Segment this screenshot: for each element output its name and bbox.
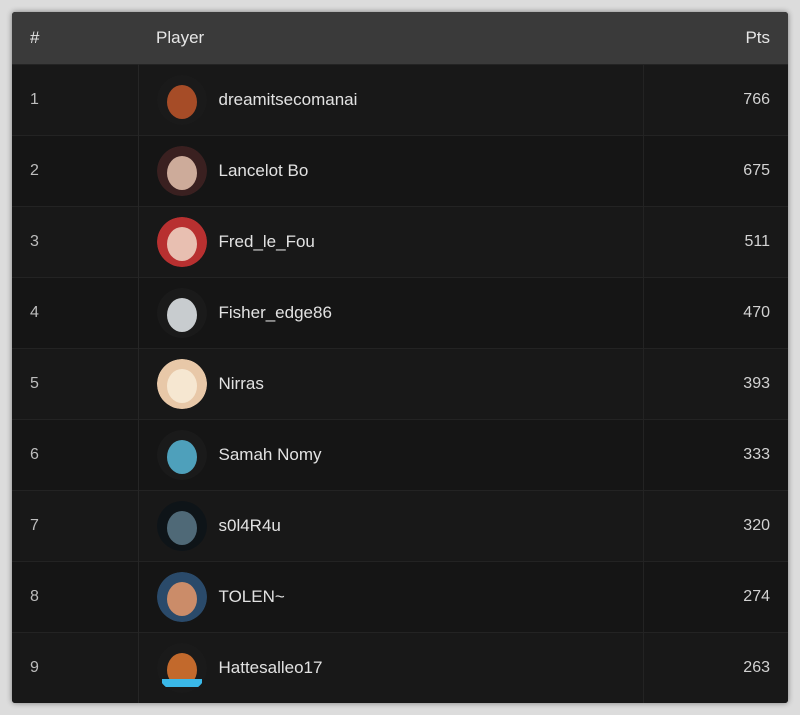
player-cell: dreamitsecomanai — [138, 64, 643, 136]
player-info: s0l4R4u — [156, 501, 625, 551]
dark-hero-icon[interactable] — [156, 501, 207, 551]
player-column-header[interactable]: Player — [138, 12, 643, 65]
player-cell: Samah Nomy — [138, 419, 643, 491]
rank-cell: 8 — [12, 561, 139, 633]
player-cell: Fred_le_Fou — [138, 206, 643, 278]
rank-cell: 5 — [12, 348, 139, 420]
points-cell: 333 — [642, 419, 788, 491]
leaderboard-panel: # Player Pts 1 dreamitsecomanai 766 2 Lancel… — [12, 12, 788, 703]
player-info: Lancelot Bo — [156, 146, 625, 196]
player-cell: Hattesalleo17 — [138, 632, 643, 703]
player-info: Fred_le_Fou — [156, 217, 625, 267]
points-cell: 470 — [642, 277, 788, 349]
player-cell: Lancelot Bo — [138, 135, 643, 207]
player-info: Hattesalleo17 — [156, 643, 625, 694]
points-cell: 766 — [642, 64, 788, 136]
player-cell: Nirras — [138, 348, 643, 420]
player-info: Samah Nomy — [156, 430, 625, 480]
points-cell: 320 — [642, 490, 788, 562]
player-name[interactable]: Hattesalleo17 — [219, 658, 323, 678]
points-column-header[interactable]: Pts — [643, 12, 788, 65]
player-info: TOLEN~ — [156, 572, 625, 622]
table-row[interactable]: 9 Hattesalleo17 263 — [12, 632, 788, 703]
table-row[interactable]: 8 TOLEN~ 274 — [12, 561, 788, 633]
mushroom-cloud-icon[interactable] — [156, 288, 207, 338]
rank-cell: 2 — [12, 135, 139, 207]
player-name[interactable]: Fred_le_Fou — [219, 232, 315, 252]
player-name[interactable]: Lancelot Bo — [219, 161, 309, 181]
table-row[interactable]: 5 Nirras 393 — [12, 348, 788, 420]
player-name[interactable]: TOLEN~ — [219, 587, 285, 607]
player-name[interactable]: Fisher_edge86 — [219, 303, 332, 323]
player-name[interactable]: s0l4R4u — [219, 516, 281, 536]
points-cell: 675 — [642, 135, 788, 207]
rank-cell: 3 — [12, 206, 139, 278]
points-cell: 393 — [642, 348, 788, 420]
player-name[interactable]: Samah Nomy — [219, 445, 322, 465]
points-cell: 511 — [642, 206, 788, 278]
rank-cell: 7 — [12, 490, 139, 562]
rank-cell: 1 — [12, 64, 139, 136]
rank-column-header[interactable]: # — [12, 12, 138, 65]
player-cell: TOLEN~ — [138, 561, 643, 633]
rank-cell: 9 — [12, 632, 139, 703]
player-info: Nirras — [156, 359, 625, 409]
red-hood-character-icon[interactable] — [156, 217, 207, 267]
table-row[interactable]: 7 s0l4R4u 320 — [12, 490, 788, 562]
points-cell: 274 — [642, 561, 788, 633]
table-row[interactable]: 1 dreamitsecomanai 766 — [12, 64, 788, 136]
table-header-row: # Player Pts — [12, 12, 788, 65]
smiling-face-icon[interactable] — [156, 359, 207, 409]
player-cell: s0l4R4u — [138, 490, 643, 562]
player-name[interactable]: dreamitsecomanai — [219, 90, 358, 110]
anime-character-icon[interactable] — [156, 146, 207, 196]
table-row[interactable]: 4 Fisher_edge86 470 — [12, 277, 788, 349]
points-cell: 263 — [642, 632, 788, 703]
neon-ring-icon[interactable] — [156, 430, 207, 480]
player-info: dreamitsecomanai — [156, 75, 625, 125]
player-name[interactable]: Nirras — [219, 374, 264, 394]
fire-character-icon[interactable] — [156, 75, 207, 125]
leaderboard-table: # Player Pts 1 dreamitsecomanai 766 2 Lancel… — [12, 12, 788, 703]
table-row[interactable]: 2 Lancelot Bo 675 — [12, 135, 788, 207]
rank-cell: 6 — [12, 419, 139, 491]
table-row[interactable]: 6 Samah Nomy 333 — [12, 419, 788, 491]
cartoon-scene-icon[interactable] — [156, 572, 207, 622]
player-cell: Fisher_edge86 — [138, 277, 643, 349]
sunset-stripes-icon[interactable] — [156, 643, 207, 694]
table-row[interactable]: 3 Fred_le_Fou 511 — [12, 206, 788, 278]
rank-cell: 4 — [12, 277, 139, 349]
player-info: Fisher_edge86 — [156, 288, 625, 338]
